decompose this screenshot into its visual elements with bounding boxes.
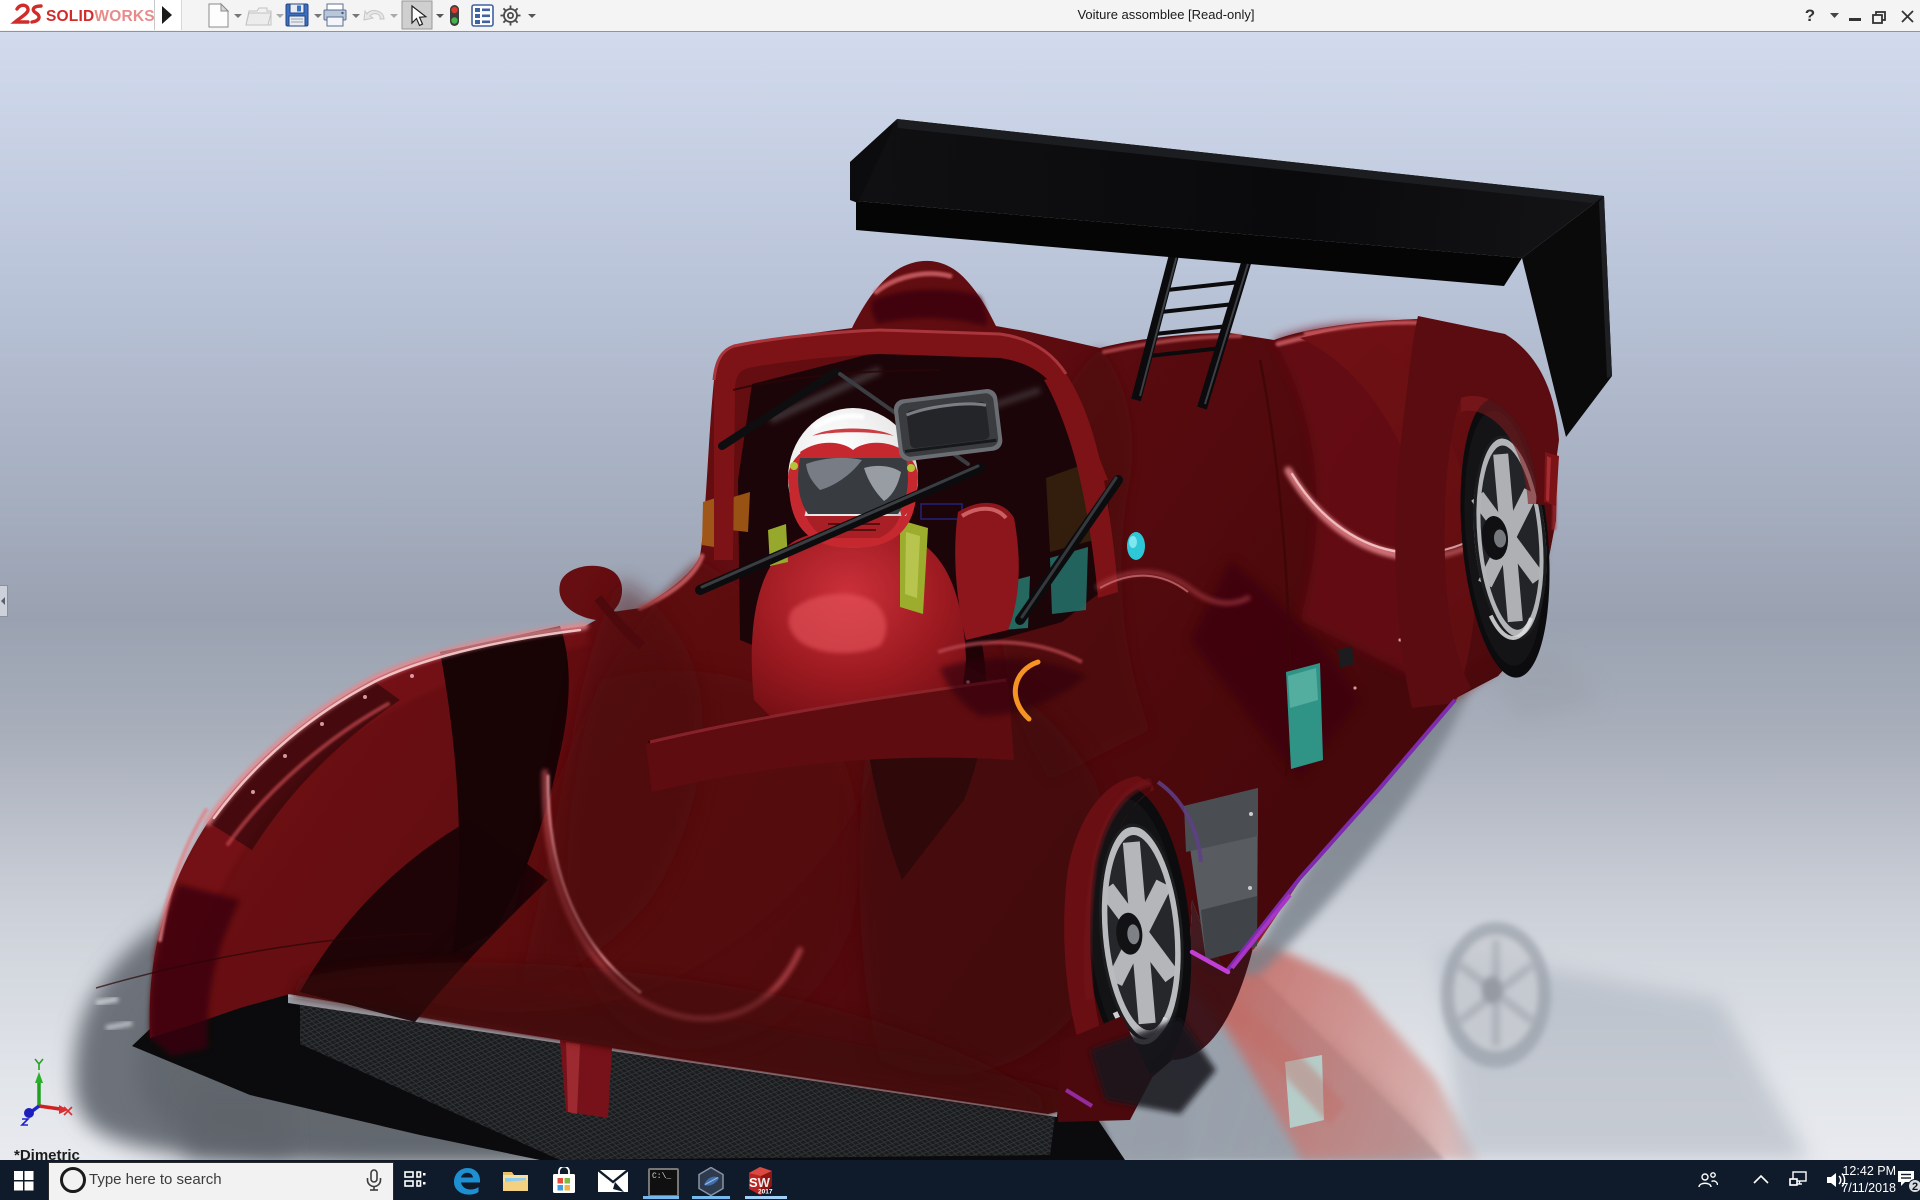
- svg-text:?: ?: [1805, 6, 1815, 25]
- svg-text:2017: 2017: [758, 1189, 773, 1196]
- svg-text:*Dimetric: *Dimetric: [14, 1147, 80, 1160]
- svg-text:SOLIDWORKS: SOLIDWORKS: [46, 8, 154, 25]
- svg-text:2: 2: [1912, 1181, 1918, 1193]
